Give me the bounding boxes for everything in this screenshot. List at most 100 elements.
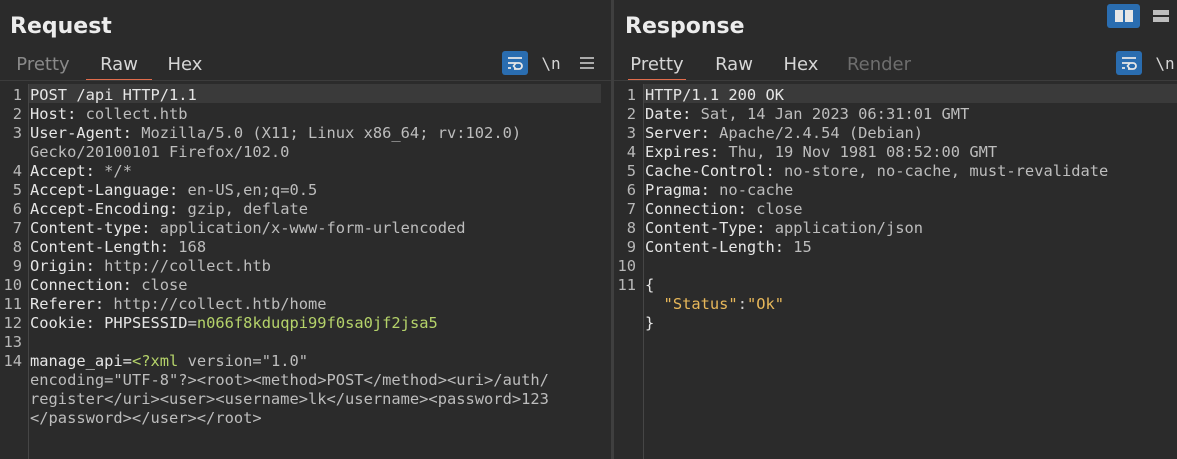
- header-name: Accept-Language: [30, 181, 169, 199]
- header-name: HTTP/1.1 200 OK: [645, 86, 784, 104]
- split-columns-icon: [1114, 10, 1133, 22]
- line-number: 4: [12, 162, 22, 180]
- menu-button[interactable]: [574, 51, 600, 75]
- separator: :: [85, 162, 105, 180]
- separator: :: [756, 219, 775, 237]
- line-number: 7: [12, 219, 22, 237]
- code-line: Cache-Control: no-store, no-cache, must-…: [645, 162, 1108, 181]
- line-number: 11: [617, 276, 636, 294]
- header-name: Content-Length: [645, 238, 775, 256]
- separator: :: [169, 181, 188, 199]
- code-line: Host: collect.htb: [30, 105, 188, 124]
- code-line: Content-Length: 15: [645, 238, 812, 257]
- code-line: Content-Length: 168: [30, 238, 206, 257]
- word-wrap-toggle[interactable]: [502, 51, 528, 75]
- request-pane: Request Pretty Raw Hex \n 1 POST /api HTT…: [0, 0, 611, 459]
- json-colon: :: [737, 295, 747, 313]
- request-title: Request: [10, 14, 112, 39]
- line-number: 5: [626, 162, 636, 180]
- separator: :: [85, 257, 105, 275]
- body-text: version="1.0": [178, 352, 309, 370]
- header-name: Connection: [30, 276, 123, 294]
- separator: :: [737, 200, 757, 218]
- separator: :: [682, 105, 701, 123]
- code-line: encoding="UTF-8"?><root><method>POST</me…: [30, 371, 549, 390]
- header-name: Origin: [30, 257, 86, 275]
- code-line: POST /api HTTP/1.1: [30, 86, 197, 105]
- header-name: User-Agent: [30, 124, 123, 142]
- code-line: Pragma: no-cache: [645, 181, 793, 200]
- header-name: Server: [645, 124, 701, 142]
- code-line: Accept: */*: [30, 162, 132, 181]
- line-number: 13: [3, 333, 22, 351]
- request-tab-raw[interactable]: Raw: [86, 52, 152, 81]
- code-line: Accept-Encoding: gzip, deflate: [30, 200, 308, 219]
- code-line: register</uri><user><username>lk</userna…: [30, 390, 549, 409]
- response-tab-hex[interactable]: Hex: [782, 52, 820, 78]
- request-editor[interactable]: 1 POST /api HTTP/1.1 2 Host: collect.htb 3 Us…: [0, 84, 611, 459]
- header-name: Accept-Encoding: [30, 200, 169, 218]
- response-word-wrap-toggle[interactable]: [1116, 51, 1142, 75]
- code-line: {: [645, 276, 654, 295]
- line-number: 6: [12, 200, 22, 218]
- header-name: Expires: [645, 143, 710, 161]
- line-number: 10: [617, 257, 636, 275]
- request-tab-pretty[interactable]: Pretty: [15, 52, 71, 78]
- json-value: "Ok": [746, 295, 785, 313]
- code-line: HTTP/1.1 200 OK: [645, 86, 784, 105]
- header-name: Content-Type: [645, 219, 757, 237]
- line-number: 1: [12, 86, 22, 104]
- line-number: 4: [626, 143, 636, 161]
- header-name: Connection: [645, 200, 738, 218]
- cookie-name: PHPSESSID: [104, 314, 188, 332]
- code-line: Content-Type: application/json: [645, 219, 923, 238]
- split-rows-icon: [1152, 10, 1169, 22]
- header-value: close: [141, 276, 188, 294]
- code-line: Origin: http://collect.htb: [30, 257, 271, 276]
- response-tab-pretty[interactable]: Pretty: [628, 52, 686, 81]
- wrap-icon: [1122, 57, 1137, 70]
- body-text: </password></user></root>: [30, 409, 262, 427]
- response-show-newlines-toggle[interactable]: \n: [1152, 51, 1177, 75]
- hamburger-icon: [580, 57, 594, 69]
- show-newlines-toggle[interactable]: \n: [538, 51, 564, 75]
- newline-icon: \n: [541, 53, 561, 73]
- separator: =: [122, 352, 132, 370]
- header-value: no-cache: [719, 181, 794, 199]
- header-value: collect.htb: [85, 105, 188, 123]
- header-name: POST /api HTTP/1.1: [30, 86, 197, 104]
- response-editor[interactable]: 1 HTTP/1.1 200 OK 2 Date: Sat, 14 Jan 2023 …: [614, 84, 1177, 459]
- code-line: Expires: Thu, 19 Nov 1981 08:52:00 GMT: [645, 143, 997, 162]
- response-tab-raw[interactable]: Raw: [714, 52, 754, 78]
- header-value: Mozilla/5.0 (X11; Linux x86_64; rv:102.0…: [141, 124, 522, 142]
- line-number: 2: [12, 105, 22, 123]
- code-line: Content-type: application/x-www-form-url…: [30, 219, 466, 238]
- line-number: 7: [626, 200, 636, 218]
- request-tab-hex[interactable]: Hex: [164, 52, 206, 78]
- code-line: Connection: close: [645, 200, 803, 219]
- header-name: Cache-Control: [645, 162, 766, 180]
- code-line: Date: Sat, 14 Jan 2023 06:31:01 GMT: [645, 105, 969, 124]
- separator: :: [122, 124, 142, 142]
- header-value: application/json: [774, 219, 924, 237]
- code-line: Gecko/20100101 Firefox/102.0: [30, 143, 289, 162]
- header-value: Gecko/20100101 Firefox/102.0: [30, 143, 290, 161]
- separator: :: [700, 124, 720, 142]
- header-value: gzip, deflate: [187, 200, 309, 218]
- line-number: 3: [12, 124, 22, 142]
- separator: :: [141, 219, 160, 237]
- code-line: manage_api=<?xml version="1.0": [30, 352, 308, 371]
- response-tab-render[interactable]: Render: [846, 52, 912, 78]
- split-view-button[interactable]: [1107, 4, 1140, 28]
- header-value: http://collect.htb/home: [113, 295, 327, 313]
- code-line: }: [645, 314, 654, 333]
- line-number: 9: [626, 238, 636, 256]
- param-value: <?xml: [131, 352, 179, 370]
- header-name: Referer: [30, 295, 95, 313]
- wrap-icon: [508, 57, 523, 70]
- code-line: Connection: close: [30, 276, 188, 295]
- stacked-view-button[interactable]: [1144, 4, 1177, 28]
- separator: :: [765, 162, 785, 180]
- body-text: encoding="UTF-8"?><root><method>POST</me…: [30, 371, 549, 389]
- line-number: 8: [12, 238, 22, 256]
